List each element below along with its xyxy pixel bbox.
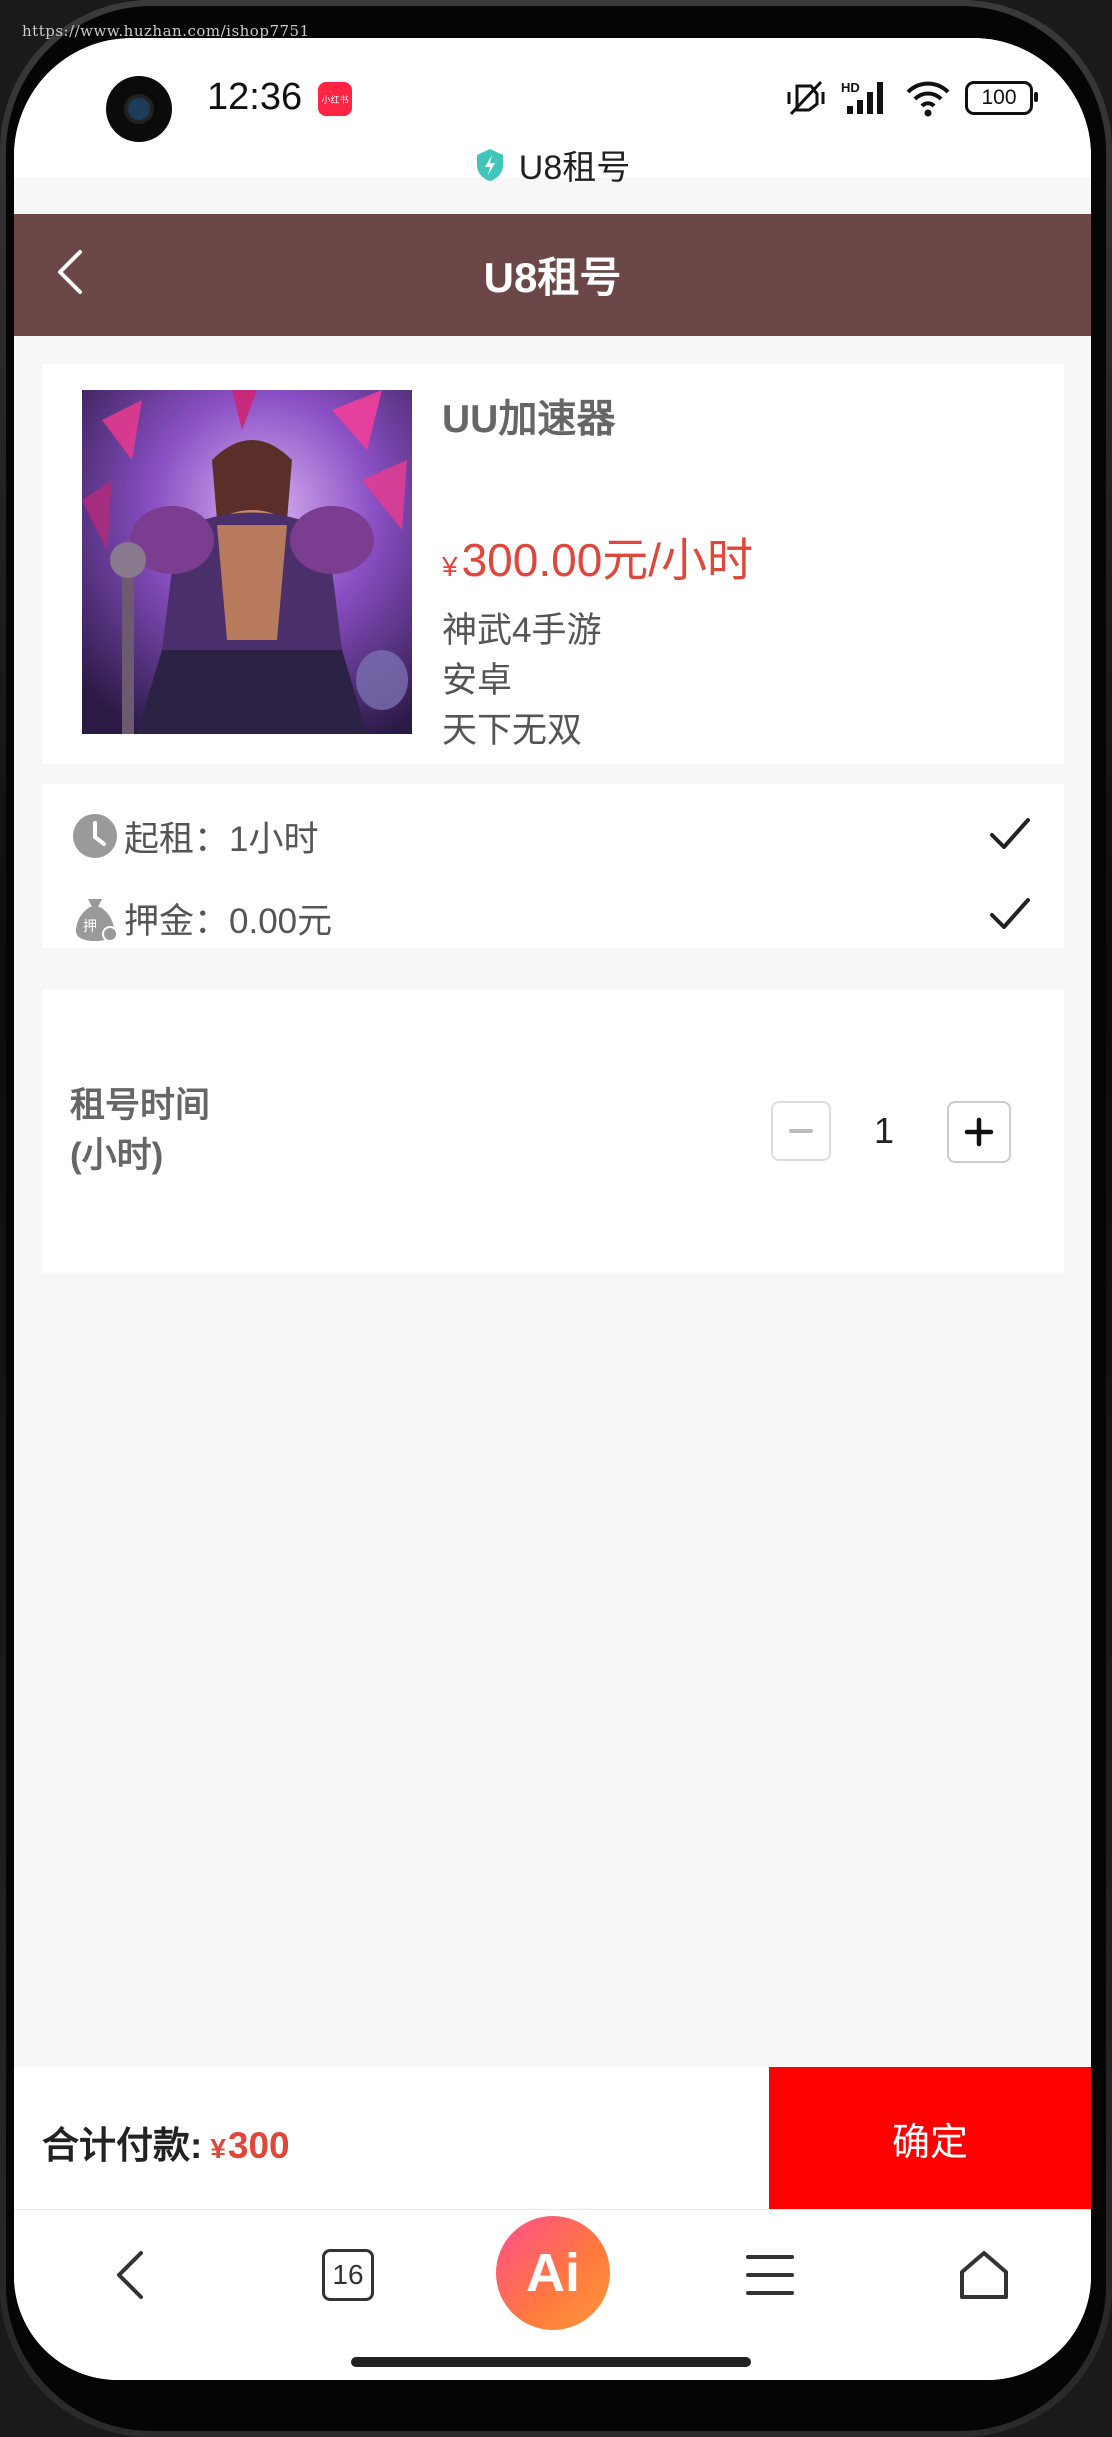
system-icons: HD 100 bbox=[785, 78, 1038, 118]
total-payment: 合计付款: ¥300 bbox=[42, 2115, 290, 2169]
mute-vibrate-icon bbox=[787, 80, 825, 116]
duration-label-line2: (小时) bbox=[70, 1136, 164, 1175]
check-icon bbox=[990, 898, 1030, 929]
page-title: U8租号 bbox=[483, 254, 622, 301]
total-amount: 300 bbox=[227, 2125, 290, 2166]
game-character-artwork bbox=[82, 390, 412, 734]
nav-back-button[interactable] bbox=[96, 2240, 166, 2310]
ai-assistant-button[interactable]: Ai bbox=[496, 2216, 610, 2330]
increase-button[interactable] bbox=[947, 1101, 1011, 1163]
front-camera bbox=[106, 76, 172, 142]
checkout-bar: 合计付款: ¥300 确定 bbox=[14, 2067, 1091, 2209]
status-bar: 12:36 小红书 HD 100 U8租号 bbox=[14, 38, 1091, 187]
product-server: 天下无双 bbox=[442, 711, 583, 750]
total-currency: ¥ bbox=[210, 2133, 226, 2164]
screen: 12:36 小红书 HD 100 U8租号 U8租号 UU加速器 ¥300.00… bbox=[14, 38, 1091, 2380]
product-card: UU加速器 ¥300.00元/小时 神武4手游 安卓 天下无双 bbox=[42, 364, 1064, 764]
plus-icon bbox=[964, 1117, 994, 1147]
product-platform: 安卓 bbox=[442, 661, 513, 700]
site-title-text: U8租号 bbox=[518, 149, 631, 187]
product-name: UU加速器 bbox=[442, 398, 616, 441]
home-button[interactable] bbox=[949, 2240, 1019, 2310]
minus-icon bbox=[789, 1129, 813, 1133]
menu-button[interactable] bbox=[735, 2240, 805, 2310]
home-icon bbox=[960, 2251, 1008, 2299]
rent-info-card: 起租：1小时 押 押金：0.00元 bbox=[42, 784, 1064, 948]
clock-icon bbox=[73, 814, 117, 858]
rent-duration-label: 租号时间 (小时) bbox=[70, 1081, 210, 1181]
product-price: ¥300.00元/小时 bbox=[442, 524, 753, 590]
browser-site-title[interactable]: U8租号 bbox=[14, 140, 1091, 189]
hamburger-menu-icon bbox=[746, 2255, 794, 2295]
browser-bottom-nav: 16 Ai bbox=[14, 2209, 1091, 2380]
deposit-row: 押 押金：0.00元 bbox=[70, 888, 332, 948]
total-label: 合计付款: bbox=[42, 2125, 203, 2166]
deposit-text: 押金：0.00元 bbox=[124, 901, 333, 941]
wifi-icon bbox=[906, 81, 950, 117]
min-rent-text: 起租：1小时 bbox=[124, 819, 319, 859]
min-rent-row: 起租：1小时 bbox=[70, 806, 318, 866]
xiaohongshu-notification-icon: 小红书 bbox=[318, 82, 352, 116]
tabs-count: 16 bbox=[322, 2249, 374, 2301]
duration-value[interactable]: 1 bbox=[854, 1101, 914, 1161]
shield-bolt-icon bbox=[476, 148, 503, 181]
confirm-button[interactable]: 确定 bbox=[769, 2067, 1091, 2209]
battery-indicator: 100 bbox=[965, 81, 1038, 115]
rent-duration-card: 租号时间 (小时) 1 bbox=[42, 989, 1064, 1273]
product-image bbox=[82, 390, 412, 734]
app-header: U8租号 bbox=[14, 214, 1091, 336]
product-game: 神武4手游 bbox=[442, 611, 602, 650]
money-bag-icon: 押 bbox=[76, 899, 118, 942]
price-value: 300.00元/小时 bbox=[461, 534, 754, 586]
signal-icon: HD bbox=[841, 80, 883, 114]
chevron-left-icon bbox=[117, 2251, 143, 2299]
status-time: 12:36 bbox=[207, 76, 303, 118]
deposit-icon-text: 押 bbox=[83, 919, 97, 935]
duration-label-line1: 租号时间 bbox=[70, 1086, 211, 1125]
price-currency: ¥ bbox=[442, 551, 458, 582]
hd-label: HD bbox=[841, 80, 860, 95]
decrease-button[interactable] bbox=[771, 1101, 831, 1161]
check-icon bbox=[990, 818, 1030, 849]
tabs-button[interactable]: 16 bbox=[313, 2240, 383, 2310]
home-indicator[interactable] bbox=[351, 2357, 751, 2367]
